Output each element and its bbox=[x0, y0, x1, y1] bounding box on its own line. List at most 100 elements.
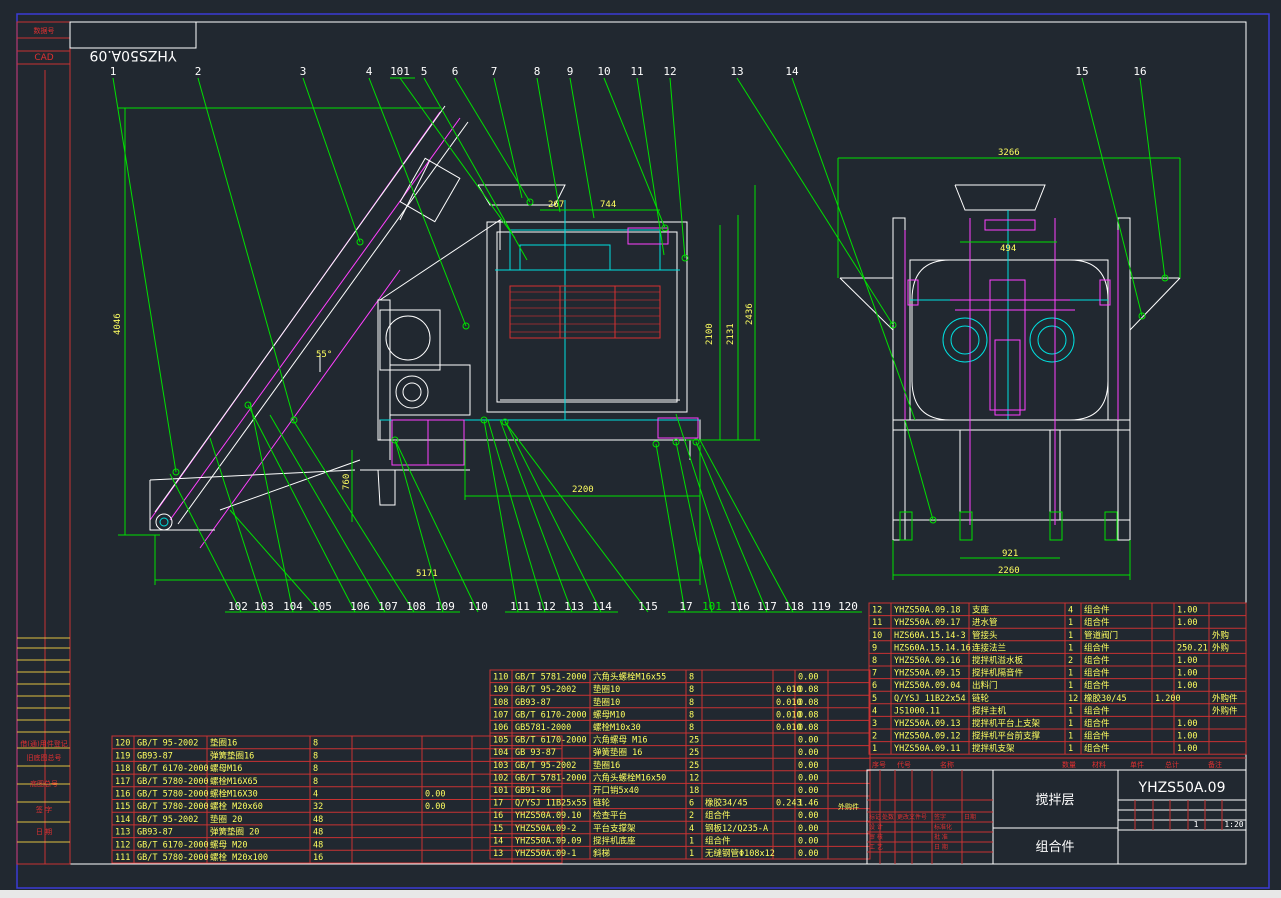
callout-top-2: 2 bbox=[195, 65, 202, 78]
bom-right-cell-0-3: 4 bbox=[1068, 606, 1073, 616]
bom-mid-cell-11-2: 检查平台 bbox=[593, 810, 627, 821]
bom-right-cell-8-2: 搅拌主机 bbox=[972, 705, 1007, 716]
bom-mid-cell-7-1: GB/T 95-2002 bbox=[515, 761, 576, 771]
bom-right-cell-7-3: 12 bbox=[1068, 694, 1078, 704]
callout-top-3: 3 bbox=[300, 65, 307, 78]
bom-right-cell-11-0: 1 bbox=[872, 744, 877, 754]
callout-top-16: 16 bbox=[1133, 65, 1146, 78]
bom-right-cell-2-3: 1 bbox=[1068, 631, 1073, 641]
bom-left-cell-7-2: 弹簧垫圈 20 bbox=[210, 827, 259, 838]
tb-cell-7: 审 核 bbox=[869, 833, 883, 841]
bom-left-cell-5-0: 115 bbox=[115, 802, 130, 812]
bom-mid-cell-7-3: 25 bbox=[689, 761, 699, 771]
bom-left-cell-7-0: 113 bbox=[115, 828, 130, 838]
callout-top-6: 6 bbox=[452, 65, 459, 78]
callout-bottom-102: 102 bbox=[228, 600, 248, 613]
bom-right-cell-6-1: YHZS50A.09.04 bbox=[894, 681, 961, 691]
bom-right-cell-5-3: 1 bbox=[1068, 669, 1073, 679]
bom-mid-cell-12-2: 平台支撑架 bbox=[593, 823, 636, 834]
dim-921: 921 bbox=[1002, 549, 1018, 559]
callout-top-4: 4 bbox=[366, 65, 373, 78]
bom-mid-cell-0-0: 110 bbox=[493, 673, 508, 683]
bom-mid-cell-9-0: 101 bbox=[493, 786, 508, 796]
bom-mid-cell-7-6: 0.00 bbox=[798, 761, 818, 771]
bom-mid-cell-10-3: 6 bbox=[689, 799, 694, 809]
bom-mid-cell-8-3: 12 bbox=[689, 773, 699, 783]
bom-mid-cell-2-0: 108 bbox=[493, 698, 508, 708]
callout-bottom-114: 114 bbox=[592, 600, 612, 613]
bom-left-cell-9-0: 111 bbox=[115, 853, 130, 863]
bom-left-cell-7-3: 48 bbox=[313, 828, 323, 838]
callout-bottom-110: 110 bbox=[468, 600, 488, 613]
callout-bottom-118: 118 bbox=[784, 600, 804, 613]
bom-mid-cell-6-0: 104 bbox=[493, 748, 508, 758]
bom-left-cell-8-1: GB/T 6170-2000 bbox=[137, 840, 209, 850]
bom-right-cell-9-3: 1 bbox=[1068, 719, 1073, 729]
bom-right-cell-11-1: YHZS50A.09.11 bbox=[894, 744, 961, 754]
bom-right-cell-2-1: HZS60A.15.14-3 bbox=[894, 631, 966, 641]
left-strip-bottom-3: 签 字 bbox=[36, 805, 52, 814]
bom-right-cell-10-2: 搅拌机平台前支撑 bbox=[972, 731, 1041, 742]
bom-right-cell-9-2: 搅拌机平台上支架 bbox=[972, 718, 1041, 729]
dim-744: 744 bbox=[600, 200, 616, 210]
bom-mid-cell-9-3: 18 bbox=[689, 786, 699, 796]
tb-cell-5: 设 计 bbox=[869, 823, 883, 831]
bom-right-cell-0-6: 1.00 bbox=[1177, 606, 1197, 616]
callout-bottom-120: 120 bbox=[838, 600, 858, 613]
dim-2200: 2200 bbox=[572, 485, 594, 495]
bom-right-cell-10-1: YHZS50A.09.12 bbox=[894, 732, 961, 742]
bom-left-cell-5-2: 螺栓 M20x60 bbox=[210, 801, 263, 812]
callout-top-1: 1 bbox=[110, 65, 117, 78]
bom-mid-cell-11-3: 2 bbox=[689, 811, 694, 821]
bom-mid-cell-4-0: 106 bbox=[493, 723, 508, 733]
left-strip-bottom-0: 借(通)用件登记 bbox=[20, 739, 67, 748]
bom-mid-cell-6-6: 0.00 bbox=[798, 748, 818, 758]
bom-right-cell-4-4: 组合件 bbox=[1084, 655, 1110, 666]
callout-top-101: 101 bbox=[390, 65, 410, 78]
drawing-number-mirrored: YHZS50A.09 bbox=[90, 47, 178, 63]
callout-bottom-109: 109 bbox=[435, 600, 455, 613]
bom-mid-cell-4-1: GB5781-2000 bbox=[515, 723, 571, 733]
bom-mid-cell-10-1: Q/YSJ 11B25x55 bbox=[515, 799, 587, 809]
bom-right-cell-11-3: 1 bbox=[1068, 744, 1073, 754]
bom-left-cell-3-2: 螺栓M16X65 bbox=[210, 776, 258, 787]
dim-5171: 5171 bbox=[416, 569, 438, 579]
bom-mid-cell-12-1: YHZS50A.09-2 bbox=[515, 824, 576, 834]
bom-mid-cell-12-0: 15 bbox=[493, 824, 503, 834]
callout-top-14: 14 bbox=[785, 65, 799, 78]
bom-left-cell-8-0: 112 bbox=[115, 840, 130, 850]
bom-right-cell-6-3: 1 bbox=[1068, 681, 1073, 691]
bom-left-cell-6-2: 垫圈 20 bbox=[210, 814, 242, 825]
bom-mid-cell-10-2: 链轮 bbox=[593, 798, 611, 809]
callout-bottom-103: 103 bbox=[254, 600, 274, 613]
bom-mid-cell-1-2: 垫圈10 bbox=[593, 684, 620, 695]
bom-left-cell-2-1: GB/T 6170-2000 bbox=[137, 764, 209, 774]
bom-mid-cell-6-1: GB 93-87 bbox=[515, 748, 556, 758]
bom-mid-cell-13-2: 搅拌机底座 bbox=[593, 835, 636, 846]
bom-left-cell-0-0: 120 bbox=[115, 739, 130, 749]
bom-mid-cell-1-3: 8 bbox=[689, 685, 694, 695]
bom-right-cell-11-2: 搅拌机支架 bbox=[972, 743, 1015, 754]
bom-mid-cell-9-1: GB91-86 bbox=[515, 786, 551, 796]
bom-mid-cell-5-3: 25 bbox=[689, 736, 699, 746]
horizontal-scrollbar[interactable] bbox=[0, 890, 1281, 898]
bom-right-cell-6-2: 出料门 bbox=[972, 680, 998, 691]
bom-left-cell-1-0: 119 bbox=[115, 751, 130, 761]
bom-right-cell-4-1: YHZS50A.09.16 bbox=[894, 656, 961, 666]
callout-bottom-104: 104 bbox=[283, 600, 303, 613]
bom-right-cell-5-0: 7 bbox=[872, 669, 877, 679]
bom-left-cell-4-3: 4 bbox=[313, 790, 318, 800]
bom-mid-cell-5-6: 0.00 bbox=[798, 736, 818, 746]
bom-mid-cell-14-6: 0.00 bbox=[798, 849, 818, 859]
bom-right-cell-6-0: 6 bbox=[872, 681, 877, 691]
bom-left-cell-5-3: 32 bbox=[313, 802, 323, 812]
bom-right-cell-9-1: YHZS50A.09.13 bbox=[894, 719, 961, 729]
bom-mid-cell-0-2: 六角头螺栓M16x55 bbox=[593, 672, 666, 683]
bom-left-cell-0-2: 垫圈16 bbox=[210, 738, 237, 749]
bom-left-cell-2-3: 8 bbox=[313, 764, 318, 774]
bom-mid-cell-14-3: 1 bbox=[689, 849, 694, 859]
dim-55deg: 55° bbox=[316, 350, 332, 360]
bom-mid-cell-10-4: 橡胶34/45 bbox=[705, 798, 748, 809]
bom-right-cell-1-1: YHZS50A.09.17 bbox=[894, 618, 961, 628]
bom-left-cell-5-5: 0.00 bbox=[425, 802, 445, 812]
